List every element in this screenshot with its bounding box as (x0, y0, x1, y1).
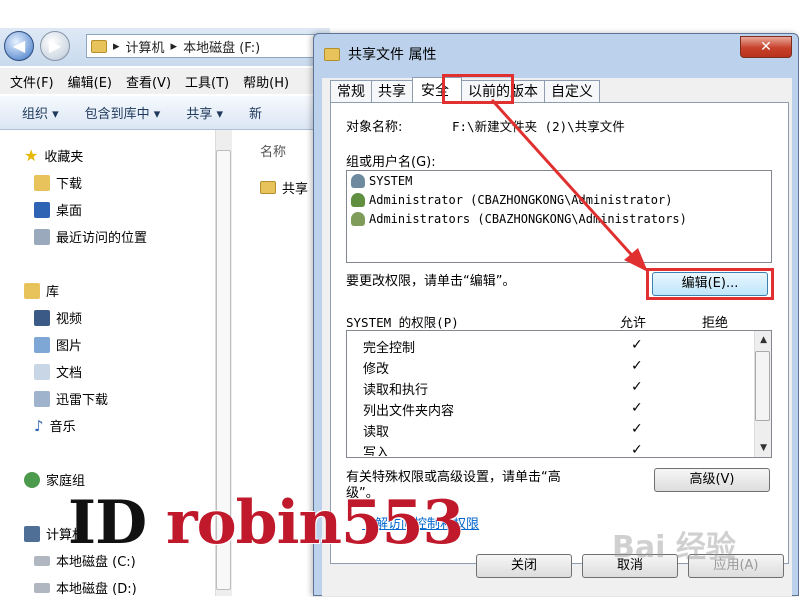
arrow-line (490, 98, 640, 264)
author-watermark: ID robin553 (68, 488, 464, 558)
watermark-id: ID (68, 488, 147, 558)
watermark-name: robin553 (166, 488, 464, 558)
baidu-watermark: Bai 经验 (612, 530, 736, 565)
